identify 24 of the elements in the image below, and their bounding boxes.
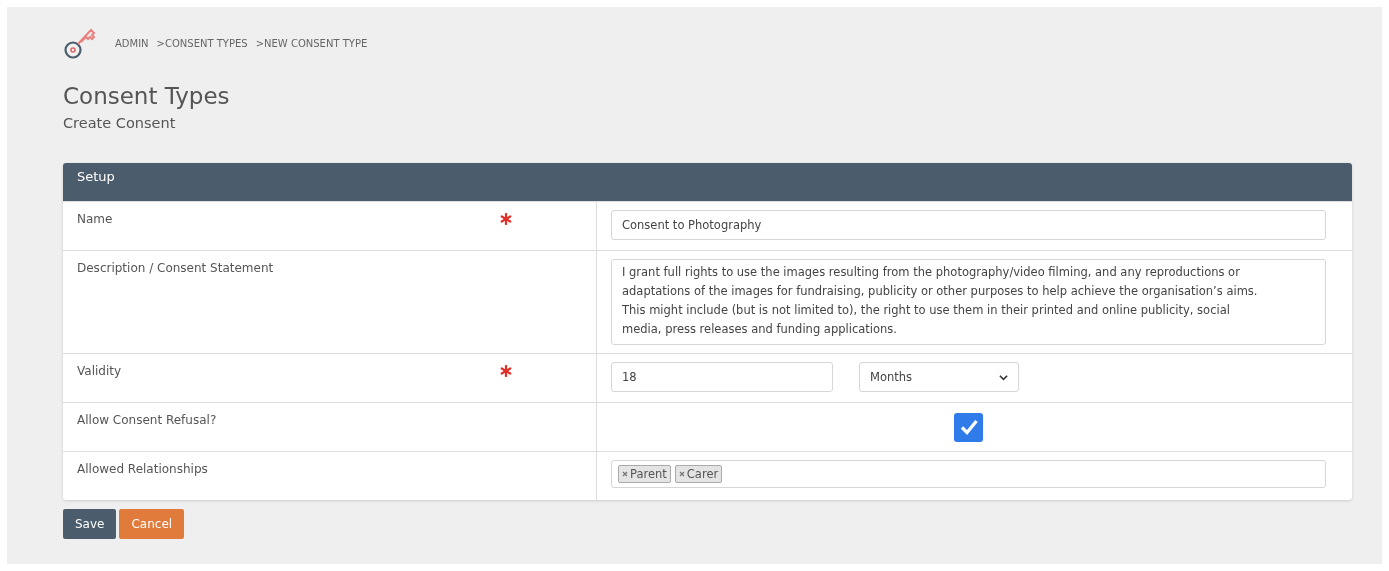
field-label: Allow Consent Refusal? (77, 413, 217, 427)
unit-select[interactable]: Months (859, 362, 1019, 392)
save-button[interactable]: Save (63, 509, 117, 539)
key-icon (63, 26, 97, 60)
validity-input[interactable]: 18 (611, 362, 833, 392)
description-textarea[interactable]: I grant full rights to use the images resulting from the photography/video filming, and any reproductions or adaptations of the images for fundraising, publicity or other purposes to help achieve the organisation’s aims. This might include (but is not limited to), the right to use them in their printed and online publicity, social media, press releases and funding applications. (611, 259, 1326, 345)
field-label: Name (77, 212, 113, 226)
tag-chip[interactable]: Carer (674, 465, 723, 483)
tag-chip[interactable]: Parent (618, 465, 671, 483)
panel-header: Setup (63, 163, 1352, 201)
remove-icon[interactable] (678, 471, 685, 477)
relationships-field[interactable]: Parent Carer (611, 460, 1326, 488)
page-title: Consent Types (63, 83, 231, 109)
breadcrumb-link[interactable]: ADMIN (115, 37, 149, 49)
field-label: Validity (77, 364, 122, 378)
page-subtitle: Create Consent (63, 115, 177, 131)
checkbox[interactable] (954, 412, 983, 442)
breadcrumb-link[interactable]: >CONSENT TYPES (156, 37, 248, 49)
field-label: Description / Consent Statement (77, 261, 274, 275)
breadcrumb-link[interactable]: >NEW CONSENT TYPE (255, 37, 368, 49)
chevron-down-icon (999, 372, 1008, 382)
field-label: Allowed Relationships (77, 462, 208, 476)
name-input[interactable]: Consent to Photography (611, 210, 1326, 240)
remove-icon[interactable] (622, 471, 628, 477)
